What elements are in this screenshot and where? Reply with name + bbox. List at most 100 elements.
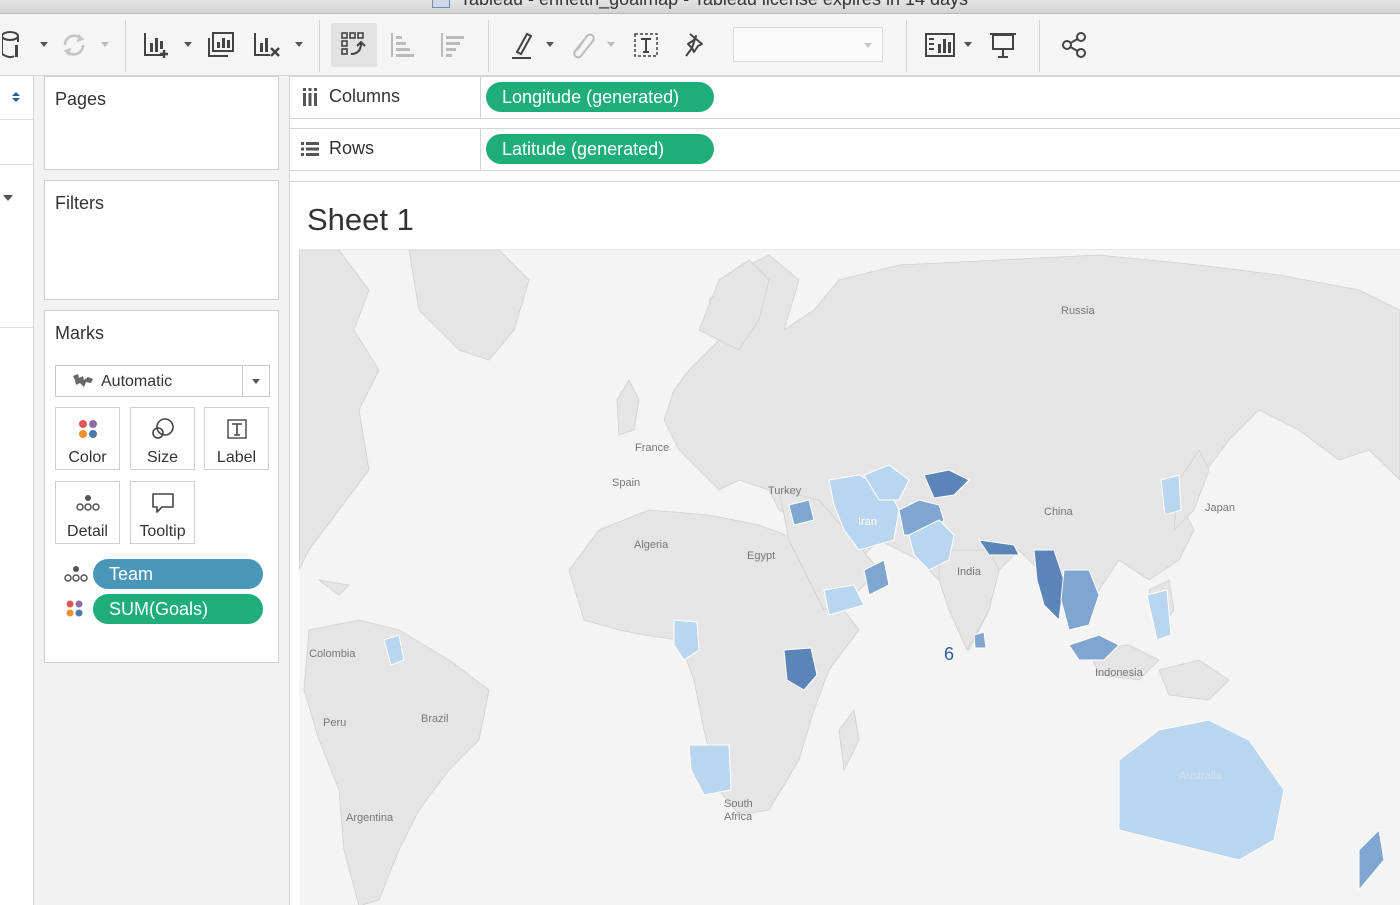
highlight-icon[interactable]	[507, 26, 537, 64]
chevron-down-icon	[864, 43, 872, 48]
country-sri-lanka[interactable]	[973, 631, 987, 649]
divider	[0, 327, 33, 328]
tooltip-shelf-button[interactable]: Tooltip	[130, 481, 195, 544]
map-mark-icon	[73, 374, 93, 387]
dropdown-divider	[242, 366, 243, 396]
new-worksheet-caret[interactable]	[184, 42, 192, 47]
latitude-pill[interactable]: Latitude (generated)	[486, 134, 714, 164]
tableau-workbook-icon	[432, 0, 450, 9]
tooltip-icon	[151, 493, 174, 513]
pages-card-title: Pages	[55, 89, 107, 109]
label-turkey: Turkey	[768, 485, 802, 497]
group-caret[interactable]	[607, 42, 615, 47]
detail-shelf-button[interactable]: Detail	[55, 481, 120, 544]
label-brazil: Brazil	[421, 713, 449, 725]
toolbar-separator	[319, 20, 320, 72]
window-title: Tableau - ennetth_goalmap - Tableau lice…	[460, 0, 968, 9]
columns-label: Columns	[329, 86, 401, 106]
label-japan: Japan	[1205, 502, 1235, 514]
sort-descending-icon[interactable]	[436, 26, 470, 64]
label-indonesia: Indonesia	[1095, 667, 1144, 679]
marks-pill-row: Team	[55, 559, 270, 589]
filters-card-title: Filters	[55, 193, 104, 213]
chevron-down-icon	[252, 379, 260, 384]
label-argentina: Argentina	[346, 812, 394, 824]
label-egypt: Egypt	[747, 550, 775, 562]
toolbar-dropdown[interactable]	[733, 27, 883, 62]
label-india: India	[957, 566, 982, 578]
tooltip-label: Tooltip	[139, 523, 186, 540]
label-peru: Peru	[323, 717, 346, 729]
color-shelf-button[interactable]: Color	[55, 407, 120, 470]
show-me-caret[interactable]	[964, 42, 972, 47]
filters-card[interactable]: Filters	[44, 180, 279, 300]
detail-icon	[75, 495, 100, 511]
sum-goals-pill[interactable]: SUM(Goals)	[93, 594, 263, 624]
cards-column: Pages Filters Marks Automatic Color Size…	[34, 76, 290, 905]
team-pill[interactable]: Team	[93, 559, 263, 589]
color-icon	[78, 420, 97, 438]
size-icon	[151, 418, 174, 439]
data-source-icon[interactable]	[0, 26, 26, 64]
label-colombia: Colombia	[309, 648, 356, 660]
toolbar-separator	[1039, 20, 1040, 72]
show-mark-labels-icon[interactable]	[630, 26, 662, 64]
show-me-icon[interactable]	[922, 26, 958, 64]
columns-icon	[303, 88, 317, 106]
marks-card-title: Marks	[55, 323, 104, 343]
marks-card: Marks Automatic Color Size Label Detail	[44, 310, 279, 663]
divider	[0, 164, 33, 165]
sheet-title[interactable]: Sheet 1	[307, 202, 414, 238]
color-label: Color	[68, 449, 107, 466]
share-icon[interactable]	[1058, 26, 1090, 64]
size-label: Size	[146, 449, 179, 466]
label-iran: Iran	[858, 516, 877, 528]
data-source-caret[interactable]	[40, 42, 48, 47]
country-korea[interactable]	[1160, 474, 1182, 516]
rows-icon	[301, 142, 319, 156]
sort-ascending-icon[interactable]	[386, 26, 420, 64]
color-icon	[66, 600, 83, 617]
columns-shelf[interactable]: Columns Longitude (generated)	[290, 76, 1400, 119]
label-label: Label	[216, 449, 257, 466]
duplicate-sheet-icon[interactable]	[204, 26, 238, 64]
collapse-caret-icon[interactable]	[2, 193, 14, 203]
detail-icon	[64, 566, 88, 582]
divider	[0, 119, 33, 120]
presentation-mode-icon[interactable]	[987, 26, 1019, 64]
mark-type-dropdown[interactable]: Automatic	[55, 365, 270, 397]
label-france: France	[635, 442, 669, 454]
detail-label: Detail	[67, 523, 108, 540]
size-shelf-button[interactable]: Size	[130, 407, 195, 470]
label-australia: Australia	[1179, 770, 1223, 782]
clear-sheet-icon[interactable]	[250, 26, 284, 64]
toolbar-separator	[488, 20, 489, 72]
group-paperclip-icon[interactable]	[568, 26, 598, 64]
worksheet-view: Sheet 1 Russia France Spain Turkey Iran …	[290, 181, 1400, 905]
refresh-caret[interactable]	[101, 42, 109, 47]
longitude-pill[interactable]: Longitude (generated)	[486, 82, 714, 112]
refresh-icon[interactable]	[58, 26, 90, 64]
label-shelf-button[interactable]: Label	[204, 407, 269, 470]
toolbar	[0, 14, 1400, 76]
rows-shelf[interactable]: Rows Latitude (generated)	[290, 128, 1400, 171]
label-spain: Spain	[612, 477, 640, 489]
pages-card[interactable]: Pages	[44, 76, 279, 170]
swap-rows-columns-icon[interactable]	[331, 23, 377, 67]
clear-sheet-caret[interactable]	[295, 42, 303, 47]
label-algeria: Algeria	[634, 539, 669, 551]
world-map[interactable]: Russia France Spain Turkey Iran China Ja…	[299, 250, 1400, 905]
map-annotation[interactable]: 6	[944, 644, 954, 664]
label-africa: Africa	[724, 811, 753, 823]
toolbar-separator	[125, 20, 126, 72]
label-china: China	[1044, 506, 1074, 518]
country-syria[interactable]	[788, 499, 815, 526]
toolbar-separator	[906, 20, 907, 72]
window-title-bar: Tableau - ennetth_goalmap - Tableau lice…	[0, 0, 1400, 14]
mark-type-value: Automatic	[101, 373, 173, 390]
sort-toggle-icon[interactable]	[10, 90, 22, 104]
fix-axes-pin-icon[interactable]	[678, 26, 710, 64]
new-worksheet-icon[interactable]	[140, 26, 174, 64]
label-russia: Russia	[1061, 305, 1096, 317]
highlight-caret[interactable]	[546, 42, 554, 47]
